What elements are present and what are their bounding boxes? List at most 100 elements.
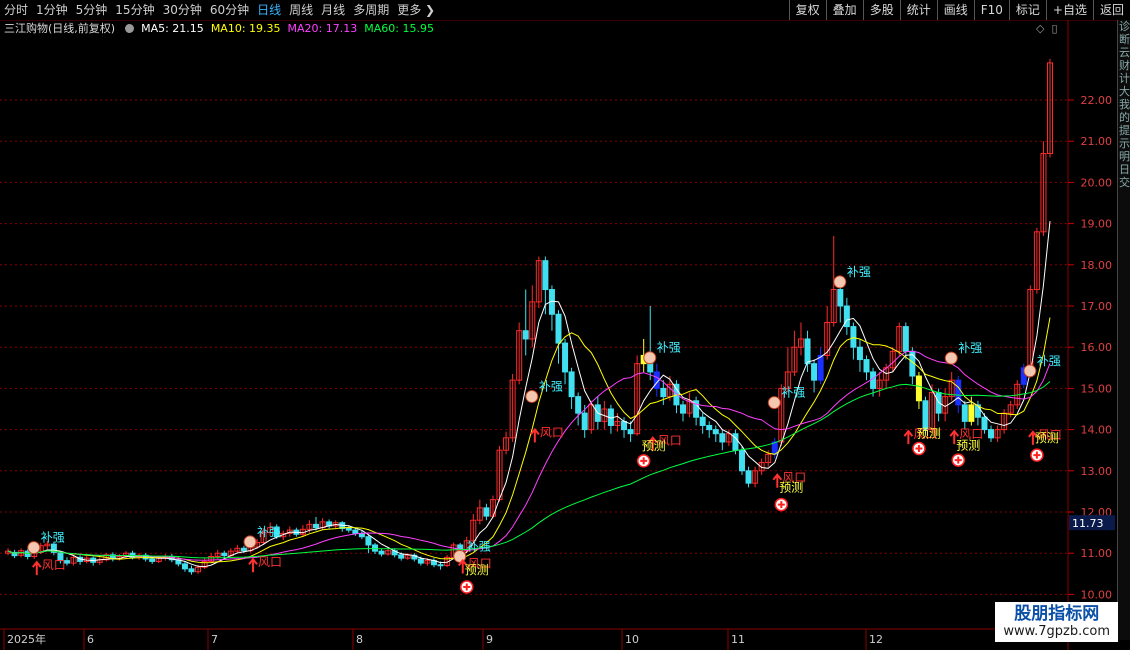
- strip-char[interactable]: 日: [1118, 163, 1130, 176]
- strip-char[interactable]: 财: [1118, 59, 1130, 72]
- up-arrow-icon: [31, 560, 42, 576]
- current-price-label: 11.73: [1072, 517, 1104, 530]
- tool-button[interactable]: 多股: [862, 0, 900, 20]
- strip-char[interactable]: 计: [1118, 72, 1130, 85]
- y-tick-label: 19.00: [1081, 218, 1113, 231]
- x-tick-label: 11: [731, 633, 745, 646]
- fengkou-label: 风口: [540, 425, 564, 439]
- yuce-label: 预测: [465, 563, 489, 577]
- candle-body: [922, 400, 929, 431]
- yuce-label: 预测: [956, 438, 980, 452]
- y-tick-label: 20.00: [1081, 176, 1113, 189]
- watermark: 股朋指标网 www.7gpzb.com: [995, 602, 1118, 642]
- strip-char[interactable]: 断: [1118, 33, 1130, 46]
- period-tab[interactable]: 多周期: [349, 2, 393, 18]
- fengkou-label: 风口: [258, 555, 282, 569]
- house-icon: [27, 541, 41, 555]
- period-tab[interactable]: 1分钟: [32, 2, 72, 18]
- strip-char[interactable]: 的: [1118, 111, 1130, 124]
- plus-icon: [774, 497, 789, 512]
- strip-char[interactable]: 交: [1118, 176, 1130, 189]
- plus-icon: [1030, 448, 1044, 462]
- candle-body: [856, 346, 863, 361]
- buqiang-marker: 补强: [944, 341, 982, 365]
- x-tick-label: 2025年: [7, 632, 46, 646]
- candle-body: [371, 544, 378, 552]
- tool-button[interactable]: 复权: [788, 0, 826, 20]
- candle-body: [863, 359, 870, 373]
- candle-body: [804, 338, 811, 365]
- y-tick-label: 17.00: [1081, 300, 1113, 313]
- tool-button[interactable]: 统计: [899, 0, 937, 20]
- yuce-label: 预测: [917, 426, 941, 440]
- house-icon: [1023, 364, 1037, 378]
- x-tick-label: 6: [87, 633, 94, 646]
- top-toolbar: 分时 1分钟 5分钟 15分钟 30分钟 60分钟 日线 周线 月线 多周期 更多 ❯ 复权 叠加 多股…: [0, 0, 1130, 21]
- buqiang-label: 补强: [41, 531, 65, 545]
- strip-char[interactable]: 诊: [1118, 20, 1130, 33]
- strip-char[interactable]: 我: [1118, 98, 1130, 111]
- plus-icon: [951, 453, 966, 467]
- house-icon: [643, 351, 657, 365]
- period-tab[interactable]: 月线: [317, 2, 349, 18]
- x-tick-label: 7: [211, 633, 218, 646]
- candle-body: [313, 523, 320, 529]
- house-icon: [767, 396, 781, 410]
- candle-body: [149, 558, 156, 562]
- yuce-label: 预测: [642, 439, 666, 453]
- buqiang-label: 补强: [539, 379, 563, 393]
- right-side-strip: 诊断云财计大我的提示明日交: [1117, 20, 1130, 640]
- period-tab[interactable]: 60分钟: [206, 2, 253, 18]
- period-tab[interactable]: 5分钟: [72, 2, 112, 18]
- tool-button[interactable]: F10: [973, 0, 1009, 20]
- period-tab[interactable]: 15分钟: [111, 2, 158, 18]
- period-tab[interactable]: 日线: [253, 2, 285, 18]
- ma10-line: [7, 317, 1051, 564]
- strip-char[interactable]: 明: [1118, 150, 1130, 163]
- strip-char[interactable]: 示: [1118, 137, 1130, 150]
- candle-body: [181, 563, 188, 570]
- x-tick-label: 10: [625, 633, 639, 646]
- candle-body: [817, 354, 824, 381]
- y-tick-label: 11.00: [1081, 547, 1113, 560]
- candle-body: [902, 326, 909, 352]
- candle-body: [358, 532, 365, 538]
- strip-char[interactable]: 云: [1118, 46, 1130, 59]
- y-tick-label: 21.00: [1081, 135, 1113, 148]
- tool-button[interactable]: +自选: [1045, 0, 1093, 20]
- tool-button[interactable]: 标记: [1008, 0, 1046, 20]
- period-tab[interactable]: 分时: [0, 2, 32, 18]
- candle-body: [745, 470, 752, 484]
- buqiang-label: 补强: [257, 525, 281, 539]
- tool-button[interactable]: 画线: [936, 0, 974, 20]
- candle-body: [352, 529, 359, 534]
- candle-body: [621, 420, 628, 431]
- period-tabs: 分时 1分钟 5分钟 15分钟 30分钟 60分钟 日线 周线 月线 多周期 更多 ❯: [0, 2, 439, 18]
- house-icon: [833, 275, 847, 289]
- candle-body: [555, 313, 562, 344]
- kline-chart[interactable]: 22.00 21.00 20.00 19.00 18.00 17.00 16.00 15.00…: [0, 20, 1117, 650]
- candle-body: [483, 507, 490, 517]
- x-tick-label: 8: [356, 633, 363, 646]
- candle-body: [627, 429, 634, 435]
- tool-button[interactable]: 返回: [1092, 0, 1130, 20]
- period-tab[interactable]: 周线: [285, 2, 317, 18]
- candle-body: [542, 260, 549, 291]
- plus-icon: [459, 580, 474, 594]
- house-icon: [243, 535, 257, 549]
- strip-char[interactable]: 提: [1118, 124, 1130, 137]
- period-tab[interactable]: 30分钟: [159, 2, 206, 18]
- strip-char[interactable]: 大: [1118, 85, 1130, 98]
- buqiang-label: 补强: [1037, 354, 1061, 368]
- candle-body: [398, 554, 405, 559]
- tool-buttons: 复权 叠加 多股 统计 画线 F10 标记 +自选 返回: [788, 0, 1130, 20]
- candle-body: [988, 429, 995, 439]
- candle-body: [712, 429, 719, 435]
- tool-button[interactable]: 叠加: [825, 0, 863, 20]
- buqiang-marker: 补强: [833, 265, 871, 289]
- period-tab[interactable]: 更多 ❯: [393, 2, 439, 18]
- y-tick-label: 16.00: [1081, 341, 1113, 354]
- x-tick-label: 9: [486, 633, 493, 646]
- candle-body: [568, 371, 575, 398]
- candle-body: [837, 289, 844, 307]
